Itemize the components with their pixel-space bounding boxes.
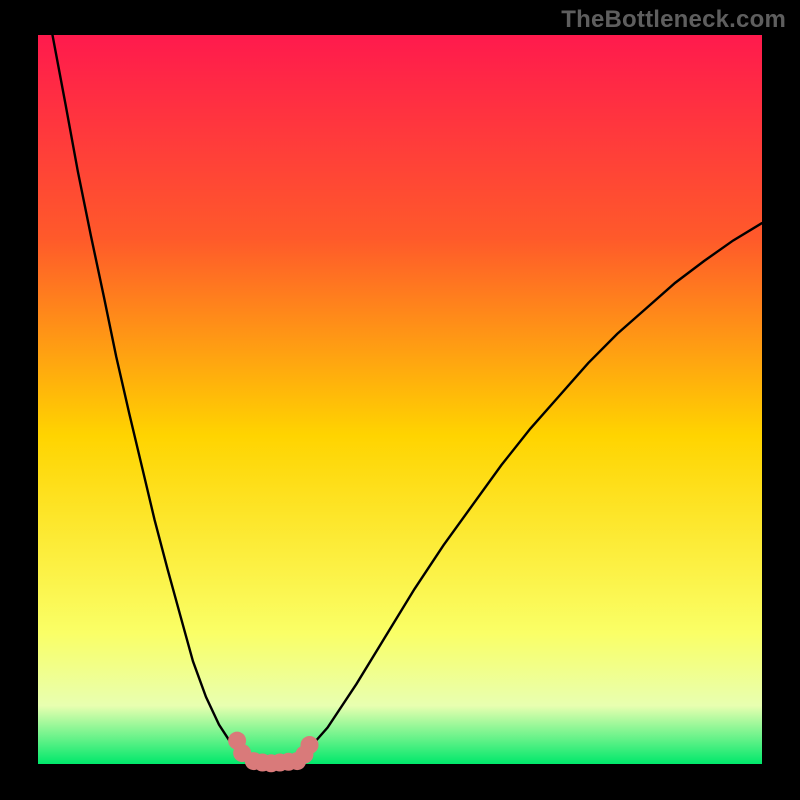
plot-svg — [0, 0, 800, 800]
watermark-text: TheBottleneck.com — [561, 6, 786, 34]
plot-background — [38, 35, 762, 764]
marker-valley-6 — [288, 752, 306, 770]
